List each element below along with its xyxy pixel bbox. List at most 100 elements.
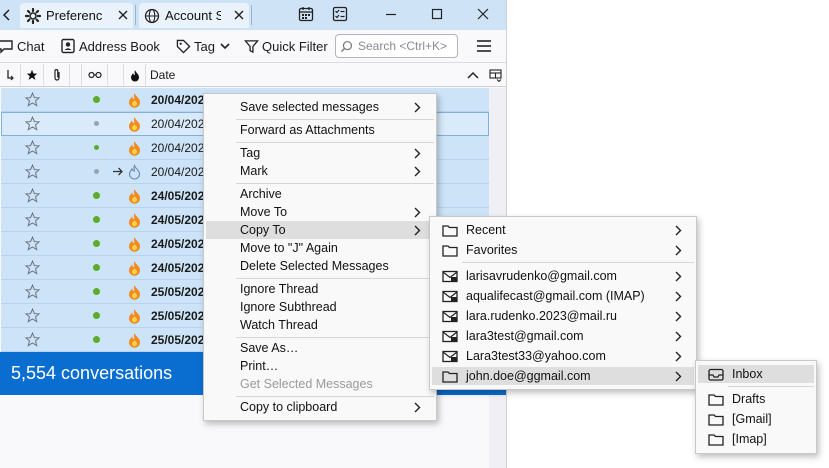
chevron-right-icon — [675, 351, 682, 362]
menu-forward-attachments[interactable]: Forward as Attachments — [206, 121, 434, 139]
read-status-dot[interactable] — [93, 192, 100, 199]
message-date: 25/05/2023 — [151, 285, 207, 299]
read-status-dot[interactable] — [93, 264, 100, 271]
folder-gmail[interactable]: [Gmail] — [698, 410, 814, 428]
star-icon[interactable] — [25, 284, 40, 299]
close-icon[interactable] — [233, 9, 245, 21]
quick-filter-button[interactable]: Quick Filter — [244, 37, 328, 55]
address-book-button[interactable]: Address Book — [60, 37, 160, 55]
menu-move-to[interactable]: Move To — [206, 203, 434, 221]
menu-copy-clipboard[interactable]: Copy to clipboard — [206, 398, 434, 416]
star-icon[interactable] — [25, 212, 40, 227]
flame-icon[interactable] — [128, 140, 141, 156]
menu-save-selected[interactable]: Save selected messages — [206, 98, 434, 116]
close-icon[interactable] — [117, 9, 129, 21]
flame-icon[interactable] — [128, 188, 141, 204]
message-date: 24/05/2023 — [151, 213, 207, 227]
tasks-icon[interactable] — [332, 6, 348, 22]
minimize-icon[interactable] — [382, 5, 400, 23]
menu-watch-thread[interactable]: Watch Thread — [206, 316, 434, 334]
copy-to-account[interactable]: lara.rudenko.2023@mail.ru — [432, 307, 694, 325]
sort-ascending-icon[interactable] — [467, 70, 479, 80]
flame-icon[interactable] — [128, 260, 141, 276]
copy-to-account[interactable]: aqualifecast@gmail.com (IMAP) — [432, 287, 694, 305]
tag-icon — [176, 39, 191, 54]
tab-preferences[interactable]: Preferences — [20, 3, 133, 28]
menu-separator — [236, 119, 434, 120]
star-icon[interactable] — [25, 92, 40, 107]
menu-mark[interactable]: Mark — [206, 162, 434, 180]
read-status-dot[interactable] — [93, 240, 100, 247]
read-status-dot[interactable] — [93, 288, 100, 295]
copy-to-account[interactable]: larisavrudenko@gmail.com — [432, 267, 694, 285]
folder-icon — [708, 394, 724, 406]
search-box[interactable] — [335, 34, 458, 58]
account-folder-submenu: Inbox Drafts [Gmail] [Imap] — [695, 360, 817, 454]
flame-icon[interactable] — [128, 116, 141, 132]
flame-icon[interactable] — [128, 284, 141, 300]
menu-archive[interactable]: Archive — [206, 185, 434, 203]
star-icon[interactable] — [25, 164, 40, 179]
copy-to-account[interactable]: lara3test@gmail.com — [432, 327, 694, 345]
tab-scroll-left-button[interactable] — [0, 7, 14, 23]
folder-imap[interactable]: [Imap] — [698, 430, 814, 448]
read-status-column[interactable] — [82, 64, 108, 86]
junk-outline-icon[interactable] — [128, 164, 141, 180]
filter-icon — [244, 39, 259, 53]
maximize-icon[interactable] — [428, 5, 446, 23]
menu-delete-selected[interactable]: Delete Selected Messages — [206, 257, 434, 275]
message-date: 24/05/2023 — [151, 237, 207, 251]
menu-print[interactable]: Print… — [206, 357, 434, 375]
read-status-dot[interactable] — [93, 96, 100, 103]
copy-to-favorites[interactable]: Favorites — [432, 241, 694, 259]
folder-inbox[interactable]: Inbox — [698, 365, 814, 383]
attachment-column[interactable] — [44, 64, 70, 86]
menu-label: Get Selected Messages — [240, 377, 373, 391]
menu-move-again[interactable]: Move to "J" Again — [206, 239, 434, 257]
read-status-dot[interactable] — [93, 312, 100, 319]
star-icon[interactable] — [25, 332, 40, 347]
menu-ignore-subthread[interactable]: Ignore Subthread — [206, 298, 434, 316]
read-status-dot[interactable] — [94, 145, 99, 150]
read-status-dot[interactable] — [93, 336, 100, 343]
flame-icon[interactable] — [128, 236, 141, 252]
flame-icon[interactable] — [128, 308, 141, 324]
starred-column[interactable] — [21, 64, 44, 86]
menu-tag[interactable]: Tag — [206, 144, 434, 162]
menu-ignore-thread[interactable]: Ignore Thread — [206, 280, 434, 298]
calendar-icon[interactable] — [298, 6, 314, 22]
mail-account-icon — [442, 290, 458, 303]
tag-button[interactable]: Tag — [176, 37, 234, 55]
menu-copy-to[interactable]: Copy To — [206, 221, 434, 239]
read-status-dot[interactable] — [93, 216, 100, 223]
address-book-label: Address Book — [79, 38, 160, 54]
copy-to-recent[interactable]: Recent — [432, 221, 694, 239]
read-status-dot[interactable] — [94, 169, 99, 174]
tab-account-settings[interactable]: Account Settings — [139, 3, 249, 28]
copy-to-account[interactable]: Lara3test33@yahoo.com — [432, 347, 694, 365]
star-icon[interactable] — [25, 260, 40, 275]
flame-icon[interactable] — [128, 212, 141, 228]
star-icon[interactable] — [25, 308, 40, 323]
folder-icon — [442, 371, 458, 383]
folder-drafts[interactable]: Drafts — [698, 390, 814, 408]
chevron-right-icon — [675, 311, 682, 322]
menu-save-as[interactable]: Save As… — [206, 339, 434, 357]
flame-icon[interactable] — [128, 332, 141, 348]
flame-icon[interactable] — [128, 92, 141, 108]
copy-to-account[interactable]: john.doe@ggmail.com — [432, 367, 694, 385]
search-input[interactable] — [356, 38, 456, 54]
inbox-icon — [708, 368, 724, 381]
date-column-label[interactable]: Date — [150, 68, 175, 82]
star-icon[interactable] — [25, 116, 40, 131]
star-icon[interactable] — [25, 236, 40, 251]
star-icon[interactable] — [25, 188, 40, 203]
chat-button[interactable]: Chat — [0, 37, 44, 55]
junk-column[interactable] — [124, 64, 146, 86]
menu-icon[interactable] — [476, 39, 492, 53]
thread-column[interactable] — [0, 64, 21, 86]
read-status-dot[interactable] — [94, 121, 99, 126]
close-window-icon[interactable] — [474, 5, 492, 23]
column-picker-icon[interactable] — [489, 69, 502, 82]
star-icon[interactable] — [25, 140, 40, 155]
